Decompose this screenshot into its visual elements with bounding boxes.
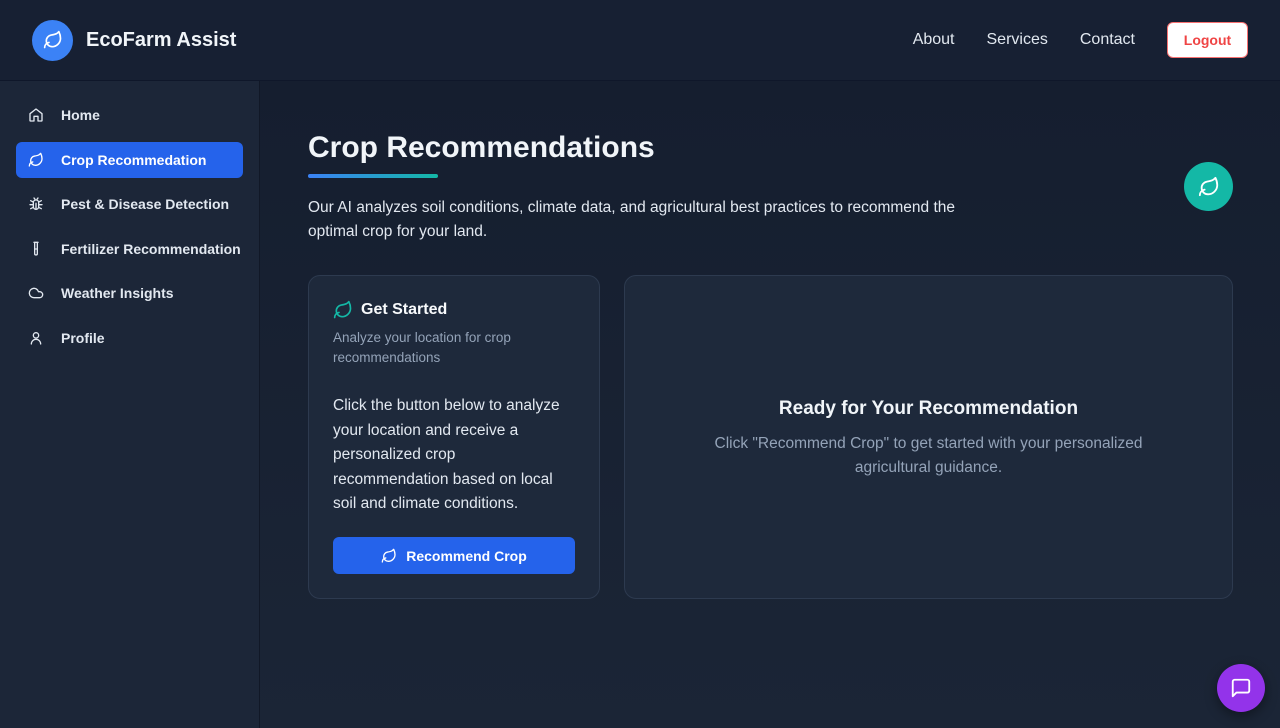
get-started-card: Get Started Analyze your location for cr… (308, 275, 600, 599)
sidebar-item-weather[interactable]: Weather Insights (16, 275, 243, 311)
chat-icon (1230, 677, 1252, 699)
home-icon (28, 107, 44, 123)
page-title: Crop Recommendations (308, 131, 655, 164)
main-content: Crop Recommendations Our AI analyzes soi… (260, 81, 1280, 728)
nav-link-about[interactable]: About (913, 31, 955, 49)
recommendation-result-card: Ready for Your Recommendation Click "Rec… (624, 275, 1233, 599)
card-header: Get Started (333, 300, 575, 320)
intro-text: Our AI analyzes soil conditions, climate… (308, 199, 956, 240)
sidebar-item-profile[interactable]: Profile (16, 320, 243, 356)
leaf-icon (333, 300, 353, 320)
user-icon (28, 330, 44, 346)
sidebar-item-fertilizer[interactable]: Fertilizer Recommendation (16, 231, 243, 267)
title-underline (308, 174, 438, 178)
leaf-icon (1198, 176, 1220, 198)
top-nav-links: About Services Contact Logout (913, 22, 1248, 58)
logout-button[interactable]: Logout (1167, 22, 1248, 58)
result-title: Ready for Your Recommendation (778, 398, 1079, 419)
bug-icon (28, 196, 44, 212)
sidebar: Home Crop Recommedation Pest & Disease D… (0, 81, 260, 728)
sidebar-item-pest-disease[interactable]: Pest & Disease Detection (16, 186, 243, 222)
top-navbar: EcoFarm Assist About Services Contact Lo… (0, 0, 1280, 81)
nav-link-contact[interactable]: Contact (1080, 31, 1135, 49)
sidebar-item-label: Fertilizer Recommendation (61, 240, 241, 257)
leaf-badge (1184, 162, 1233, 211)
sidebar-item-label: Weather Insights (61, 285, 174, 301)
chat-button[interactable] (1217, 664, 1265, 712)
test-tube-icon (28, 241, 44, 257)
card-title: Get Started (361, 301, 448, 318)
recommend-crop-button[interactable]: Recommend Crop (333, 537, 575, 574)
sidebar-item-label: Home (61, 107, 100, 123)
cloud-icon (28, 285, 44, 301)
result-text: Click "Recommend Crop" to get started wi… (714, 435, 1143, 476)
leaf-icon[interactable] (32, 19, 73, 61)
sidebar-item-label: Pest & Disease Detection (61, 196, 230, 212)
card-body-text: Click the button below to analyze your l… (333, 397, 560, 512)
recommend-crop-label: Recommend Crop (406, 547, 527, 564)
brand-name[interactable]: EcoFarm Assist (86, 29, 236, 52)
leaf-icon (381, 548, 397, 564)
leaf-icon (28, 152, 44, 168)
nav-link-services[interactable]: Services (987, 31, 1048, 49)
sidebar-item-label: Crop Recommedation (61, 151, 207, 168)
sidebar-item-crop-recommendation[interactable]: Crop Recommedation (16, 141, 243, 178)
sidebar-item-home[interactable]: Home (16, 97, 243, 133)
sidebar-item-label: Profile (61, 329, 105, 346)
card-subtitle: Analyze your location for crop recommend… (333, 330, 511, 365)
